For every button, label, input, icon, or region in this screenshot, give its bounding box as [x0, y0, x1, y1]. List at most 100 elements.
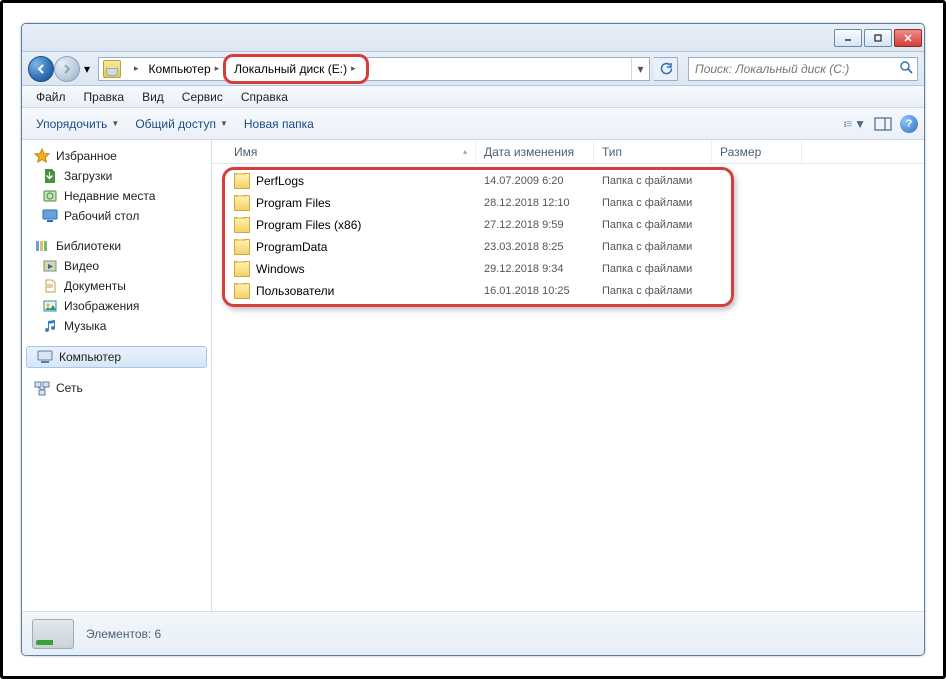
sidebar-network-label: Сеть: [56, 381, 83, 395]
sidebar-computer[interactable]: Компьютер: [26, 346, 207, 368]
sidebar-network[interactable]: Сеть: [22, 378, 211, 398]
address-bar[interactable]: ▸ Компьютер ▸ Локальный диск (E:) ▸ ▾: [98, 57, 650, 81]
file-row[interactable]: Program Files28.12.2018 12:10Папка с фай…: [226, 192, 920, 214]
view-options-button[interactable]: ▼: [844, 114, 866, 134]
address-dropdown[interactable]: ▾: [631, 58, 649, 80]
folder-icon: [234, 195, 250, 211]
sidebar-recent-label: Недавние места: [64, 189, 155, 203]
chevron-right-icon: ▸: [215, 63, 220, 74]
star-icon: [34, 148, 50, 164]
file-row[interactable]: Windows29.12.2018 9:34Папка с файлами: [226, 258, 920, 280]
sidebar-libraries[interactable]: Библиотеки: [22, 236, 211, 256]
menu-file[interactable]: Файл: [28, 88, 74, 106]
drive-large-icon: [32, 619, 74, 649]
breadcrumb-root[interactable]: ▸: [124, 58, 143, 80]
sidebar-downloads[interactable]: Загрузки: [22, 166, 211, 186]
file-date: 27.12.2018 9:59: [476, 219, 594, 231]
menu-tools[interactable]: Сервис: [174, 88, 231, 106]
file-type: Папка с файлами: [594, 285, 712, 297]
file-row[interactable]: Program Files (x86) 27.12.2018 9:59Папка …: [226, 214, 920, 236]
titlebar: [22, 24, 924, 52]
sidebar-documents[interactable]: Документы: [22, 276, 211, 296]
column-name-label: Имя: [234, 145, 257, 159]
breadcrumb-computer[interactable]: Компьютер ▸: [143, 58, 224, 80]
file-type: Папка с файлами: [594, 241, 712, 253]
minimize-icon: [843, 33, 853, 43]
share-button[interactable]: Общий доступ▼: [127, 113, 236, 135]
column-name[interactable]: Имя ▴: [226, 140, 476, 163]
new-folder-button[interactable]: Новая папка: [236, 113, 322, 135]
command-bar: Упорядочить▼ Общий доступ▼ Новая папка ▼…: [22, 108, 924, 140]
refresh-button[interactable]: [654, 57, 678, 81]
sidebar-libraries-label: Библиотеки: [56, 239, 121, 253]
sidebar-music[interactable]: Музыка: [22, 316, 211, 336]
sidebar-favorites-label: Избранное: [56, 149, 117, 163]
navigation-bar: ▾ ▸ Компьютер ▸ Локальный диск (E:) ▸ ▾: [22, 52, 924, 86]
sidebar-videos[interactable]: Видео: [22, 256, 211, 276]
arrow-right-icon: [61, 63, 73, 75]
search-box[interactable]: [688, 57, 918, 81]
sidebar-desktop-label: Рабочий стол: [64, 209, 139, 223]
file-date: 29.12.2018 9:34: [476, 263, 594, 275]
file-name: Windows: [256, 262, 305, 276]
file-type: Папка с файлами: [594, 197, 712, 209]
maximize-button[interactable]: [864, 29, 892, 47]
drive-icon: [103, 60, 121, 78]
minimize-button[interactable]: [834, 29, 862, 47]
sidebar-documents-label: Документы: [64, 279, 126, 293]
downloads-icon: [42, 168, 58, 184]
sidebar-favorites[interactable]: Избранное: [22, 146, 211, 166]
file-list-pane: Имя ▴ Дата изменения Тип Размер PerfLogs…: [212, 140, 924, 611]
arrow-left-icon: [35, 63, 47, 75]
file-date: 23.03.2018 8:25: [476, 241, 594, 253]
folder-icon: [234, 261, 250, 277]
folder-icon: [234, 173, 250, 189]
menu-view[interactable]: Вид: [134, 88, 172, 106]
file-row[interactable]: Пользователи16.01.2018 10:25Папка с файл…: [226, 280, 920, 302]
column-type[interactable]: Тип: [594, 140, 712, 163]
column-date[interactable]: Дата изменения: [476, 140, 594, 163]
forward-button[interactable]: [54, 56, 80, 82]
navigation-pane: Избранное Загрузки Недавние места Рабочи…: [22, 140, 212, 611]
column-size[interactable]: Размер: [712, 140, 802, 163]
search-icon: [899, 60, 913, 77]
recent-icon: [42, 188, 58, 204]
sidebar-computer-label: Компьютер: [59, 350, 121, 364]
sidebar-pictures-label: Изображения: [64, 299, 139, 313]
breadcrumb-computer-label: Компьютер: [149, 62, 211, 76]
pane-icon: [874, 117, 892, 131]
videos-icon: [42, 258, 58, 274]
share-label: Общий доступ: [135, 117, 216, 131]
sidebar-pictures[interactable]: Изображения: [22, 296, 211, 316]
preview-pane-button[interactable]: [872, 114, 894, 134]
organize-button[interactable]: Упорядочить▼: [28, 113, 127, 135]
file-name: PerfLogs: [256, 174, 304, 188]
sidebar-music-label: Музыка: [64, 319, 106, 333]
body: Избранное Загрузки Недавние места Рабочи…: [22, 140, 924, 611]
close-button[interactable]: [894, 29, 922, 47]
file-type: Папка с файлами: [594, 175, 712, 187]
file-row[interactable]: PerfLogs14.07.2009 6:20Папка с файлами: [226, 170, 920, 192]
help-button[interactable]: ?: [900, 115, 918, 133]
file-date: 28.12.2018 12:10: [476, 197, 594, 209]
sidebar-downloads-label: Загрузки: [64, 169, 112, 183]
menu-edit[interactable]: Правка: [76, 88, 133, 106]
search-input[interactable]: [693, 61, 899, 77]
nav-history-dropdown[interactable]: ▾: [80, 56, 94, 82]
sidebar-recent[interactable]: Недавние места: [22, 186, 211, 206]
view-icon: [844, 116, 852, 132]
refresh-icon: [659, 62, 673, 76]
file-name: Program Files (x86): [256, 218, 361, 232]
column-headers: Имя ▴ Дата изменения Тип Размер: [212, 140, 924, 164]
explorer-window: ▾ ▸ Компьютер ▸ Локальный диск (E:) ▸ ▾: [21, 23, 925, 656]
back-button[interactable]: [28, 56, 54, 82]
sidebar-desktop[interactable]: Рабочий стол: [22, 206, 211, 226]
menu-help[interactable]: Справка: [233, 88, 296, 106]
file-type: Папка с файлами: [594, 219, 712, 231]
file-row[interactable]: ProgramData23.03.2018 8:25Папка с файлам…: [226, 236, 920, 258]
file-list: PerfLogs14.07.2009 6:20Папка с файламиPr…: [212, 164, 924, 306]
breadcrumb-disk[interactable]: Локальный диск (E:) ▸: [223, 54, 368, 84]
breadcrumb-disk-label: Локальный диск (E:): [234, 62, 347, 76]
file-name: Пользователи: [256, 284, 334, 298]
sidebar-videos-label: Видео: [64, 259, 99, 273]
